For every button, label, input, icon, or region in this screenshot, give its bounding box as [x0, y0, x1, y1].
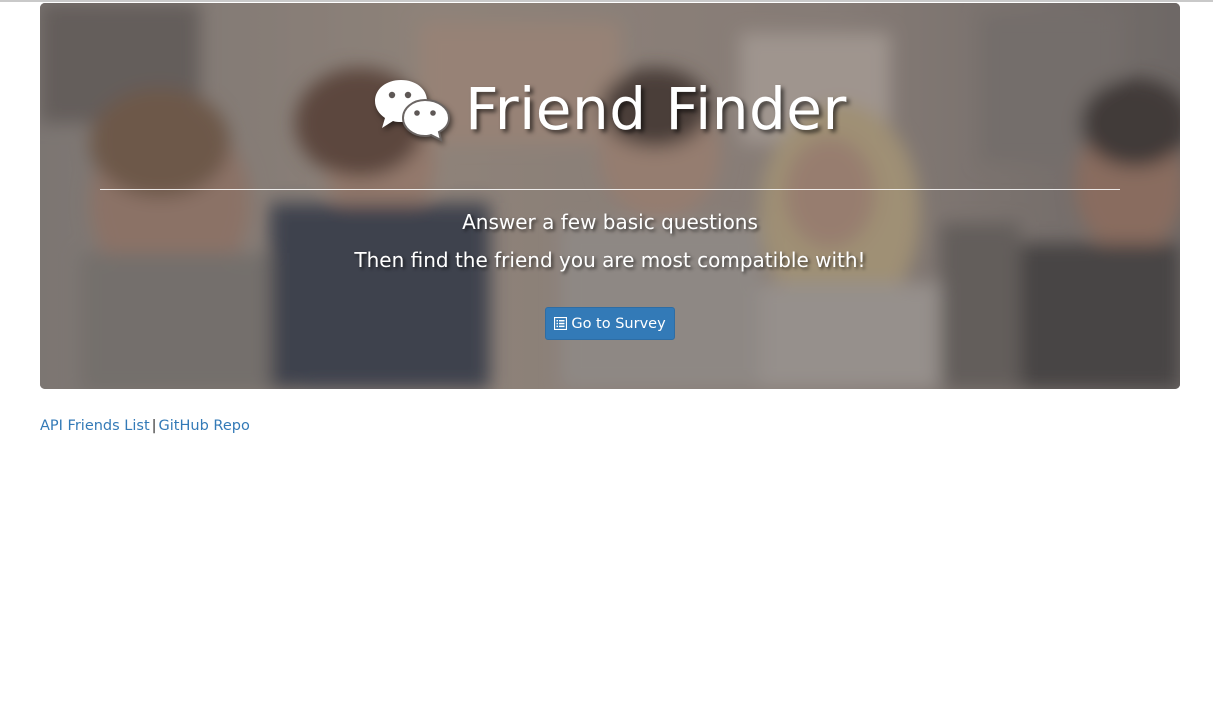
- go-to-survey-button[interactable]: Go to Survey: [545, 307, 675, 340]
- window-top-border: [0, 0, 1213, 2]
- subtitle-line-2: Then find the friend you are most compat…: [354, 248, 866, 272]
- footer-links: API Friends List | GitHub Repo: [40, 418, 250, 434]
- go-to-survey-label: Go to Survey: [571, 315, 666, 332]
- subtitle-line-1: Answer a few basic questions: [462, 210, 758, 234]
- title-row: Friend Finder: [40, 69, 1180, 149]
- hero-content: Friend Finder Answer a few basic questio…: [40, 3, 1180, 389]
- hero-jumbotron: Friend Finder Answer a few basic questio…: [40, 3, 1180, 389]
- link-separator: |: [151, 418, 157, 434]
- page-title: Friend Finder: [465, 75, 847, 143]
- chat-bubbles-icon: [375, 80, 451, 142]
- hero-divider: [100, 189, 1120, 190]
- api-friends-list-link[interactable]: API Friends List: [40, 418, 150, 434]
- list-icon: [554, 317, 568, 330]
- github-repo-link[interactable]: GitHub Repo: [159, 418, 250, 434]
